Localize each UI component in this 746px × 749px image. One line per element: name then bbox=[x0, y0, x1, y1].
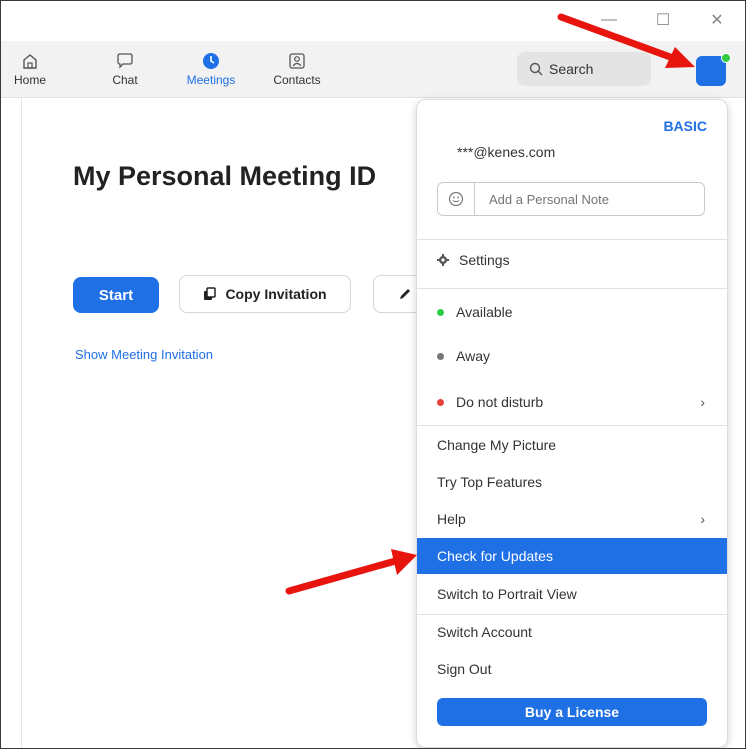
search-icon bbox=[529, 62, 543, 76]
online-status-dot bbox=[721, 53, 731, 63]
dnd-dot-icon bbox=[437, 398, 444, 406]
menu-item-label: Available bbox=[456, 304, 513, 320]
menu-item-label: Sign Out bbox=[437, 661, 492, 677]
chevron-right-icon: › bbox=[700, 511, 705, 527]
contacts-icon bbox=[286, 51, 308, 71]
copy-icon bbox=[204, 287, 217, 300]
minimize-button[interactable]: — bbox=[589, 7, 629, 33]
menu-item-label: Change My Picture bbox=[437, 437, 557, 453]
search-label: Search bbox=[549, 61, 594, 77]
emoji-icon[interactable] bbox=[438, 183, 475, 215]
profile-menu: BASIC ***@kenes.com Settings Available A… bbox=[416, 99, 728, 748]
nav-meetings[interactable]: Meetings bbox=[179, 41, 243, 97]
close-icon: ✕ bbox=[710, 12, 724, 29]
menu-item-portrait-view[interactable]: Switch to Portrait View bbox=[417, 576, 727, 612]
home-icon bbox=[19, 51, 41, 71]
menu-item-top-features[interactable]: Try Top Features bbox=[417, 464, 727, 500]
chat-icon bbox=[114, 51, 136, 71]
status-away[interactable]: Away bbox=[417, 338, 727, 374]
gear-icon bbox=[437, 254, 449, 266]
nav-home[interactable]: Home bbox=[13, 41, 47, 97]
menu-item-sign-out[interactable]: Sign Out bbox=[417, 651, 727, 687]
menu-item-label: Help bbox=[437, 511, 466, 527]
away-dot-icon bbox=[437, 352, 444, 360]
menu-divider bbox=[417, 288, 727, 289]
account-email: ***@kenes.com bbox=[457, 144, 556, 160]
page-title: My Personal Meeting ID bbox=[73, 161, 377, 191]
menu-item-label: Settings bbox=[459, 252, 510, 268]
menu-item-settings[interactable]: Settings bbox=[417, 242, 727, 278]
menu-item-check-updates[interactable]: Check for Updates bbox=[417, 538, 727, 574]
nav-chat-label: Chat bbox=[112, 73, 138, 87]
edit-icon bbox=[400, 289, 410, 299]
maximize-icon: ☐ bbox=[655, 12, 671, 29]
minimize-icon: — bbox=[601, 11, 617, 28]
close-button[interactable]: ✕ bbox=[697, 7, 737, 33]
search-box[interactable]: Search bbox=[517, 52, 651, 86]
nav-meetings-label: Meetings bbox=[186, 73, 236, 87]
menu-item-label: Do not disturb bbox=[456, 394, 544, 410]
menu-item-change-picture[interactable]: Change My Picture bbox=[417, 427, 727, 463]
nav-contacts[interactable]: Contacts bbox=[267, 41, 327, 97]
clock-icon bbox=[200, 51, 222, 71]
nav-contacts-label: Contacts bbox=[273, 73, 321, 87]
title-bar: — ☐ ✕ bbox=[1, 1, 745, 41]
status-available[interactable]: Available bbox=[417, 294, 727, 330]
nav-home-label: Home bbox=[13, 73, 46, 87]
menu-item-help[interactable]: Help › bbox=[417, 501, 727, 537]
menu-divider bbox=[417, 239, 727, 240]
status-do-not-disturb[interactable]: Do not disturb › bbox=[417, 384, 727, 420]
main-panel bbox=[21, 98, 416, 748]
copy-invitation-label: Copy Invitation bbox=[225, 286, 327, 302]
menu-item-label: Switch Account bbox=[437, 624, 532, 640]
start-button[interactable]: Start bbox=[73, 277, 159, 313]
available-dot-icon bbox=[437, 308, 444, 316]
menu-divider bbox=[417, 425, 727, 426]
menu-item-label: Check for Updates bbox=[437, 548, 553, 564]
personal-note-field[interactable] bbox=[437, 182, 705, 216]
personal-note-input[interactable] bbox=[487, 190, 691, 208]
buy-license-button[interactable]: Buy a License bbox=[437, 698, 707, 726]
plan-badge: BASIC bbox=[663, 118, 707, 134]
show-meeting-invitation-link[interactable]: Show Meeting Invitation bbox=[75, 347, 213, 362]
nav-chat[interactable]: Chat bbox=[105, 41, 145, 97]
maximize-button[interactable]: ☐ bbox=[643, 7, 683, 33]
menu-item-label: Try Top Features bbox=[437, 474, 543, 490]
menu-item-switch-account[interactable]: Switch Account bbox=[417, 614, 727, 650]
zoom-window: — ☐ ✕ Home Chat Meetings Contacts Search… bbox=[0, 0, 746, 749]
menu-item-label: Switch to Portrait View bbox=[437, 586, 577, 602]
chevron-right-icon: › bbox=[700, 394, 705, 410]
copy-invitation-button[interactable]: Copy Invitation bbox=[179, 275, 351, 313]
menu-item-label: Away bbox=[456, 348, 490, 364]
